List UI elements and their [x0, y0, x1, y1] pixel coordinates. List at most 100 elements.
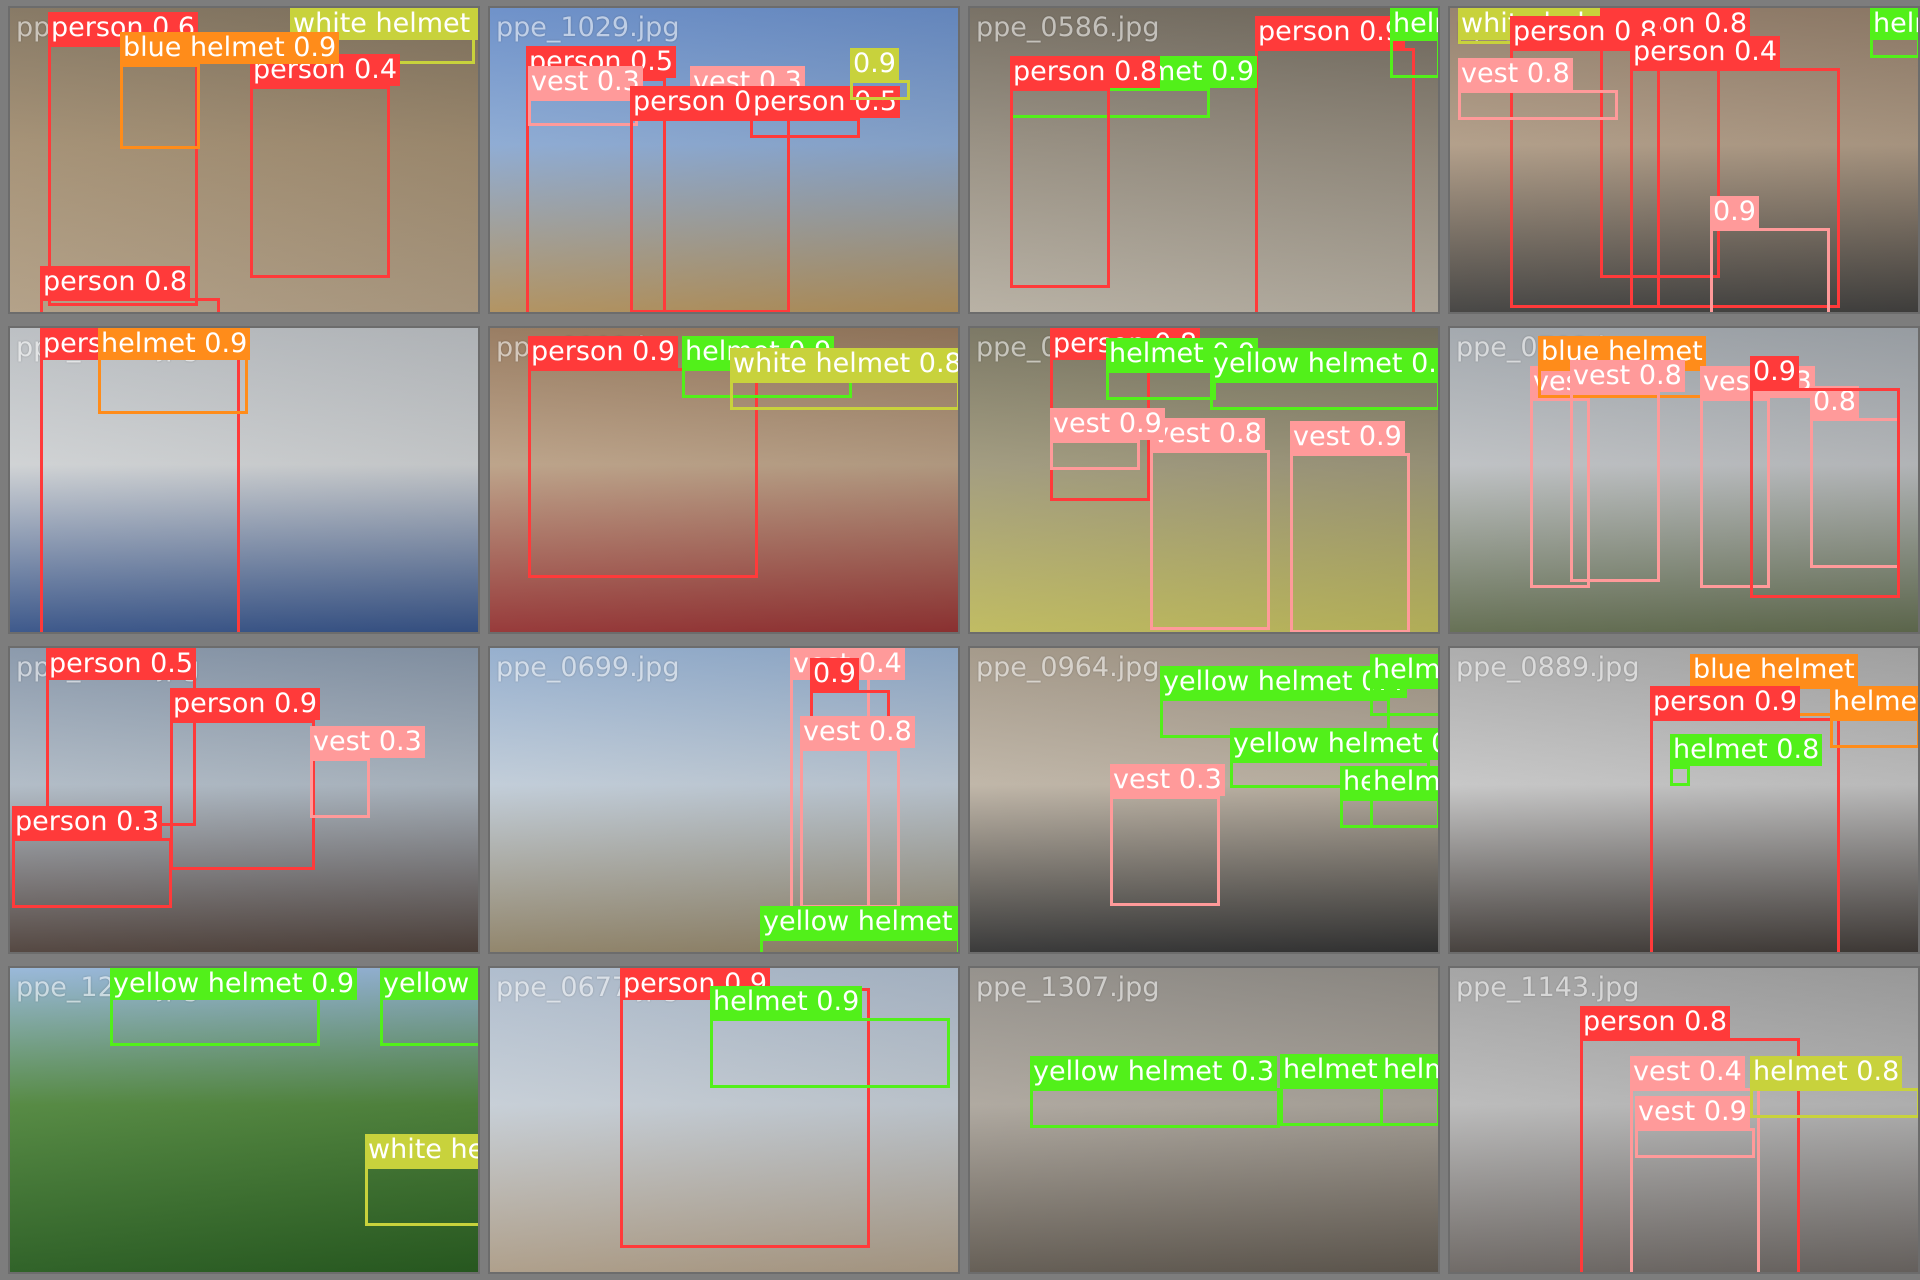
image-tile[interactable]: ppe_0638.jpgperson 0.6white helmet 0.9pe…	[8, 6, 480, 314]
detection-box	[1150, 450, 1270, 630]
image-tile[interactable]: ppe_0699.jpgvest 0.40.9vest 0.8yellow he…	[488, 646, 960, 954]
detection-box	[1750, 1088, 1918, 1118]
detection-label: helmet 0.9	[1380, 1054, 1438, 1086]
detection-box	[1255, 48, 1415, 312]
detection-label: helmet 1.0	[1830, 686, 1918, 718]
image-tile[interactable]: ppe_1029.jpg person 0.5 vest 0.3 vest 0.3 pe…	[488, 6, 960, 314]
detection-box	[110, 996, 320, 1046]
detection-box	[800, 748, 900, 908]
detection-label: yellow helmet 0.9	[110, 968, 358, 1000]
detection-box	[1290, 453, 1410, 632]
detection-box	[1050, 440, 1140, 470]
detection-box	[1106, 370, 1216, 400]
image-tile[interactable]: ppe_1143.jpg person 0.8 vest 0.4 helmet 0.8…	[1448, 966, 1920, 1274]
detection-label: vest 0.8	[1458, 58, 1573, 90]
detection-box	[630, 118, 790, 312]
image-tile[interactable]: ppe_0783.jpgvest 0.3blue helmetvest 0.8v…	[1448, 326, 1920, 634]
image-tile[interactable]: ppe_0504.jpgperson 0.8helmet 0.9vest 0.8…	[968, 326, 1440, 634]
detection-box	[1635, 1128, 1755, 1158]
detection-box	[250, 86, 390, 278]
detection-label: person 0.8	[1580, 1006, 1731, 1038]
detection-box	[1670, 766, 1690, 786]
image-tile[interactable]: ppe_0902.jpgperson 0.9helmet 0.9white he…	[488, 326, 960, 634]
detection-label: white helmet 0.3	[365, 1134, 478, 1166]
detection-box	[528, 98, 638, 126]
image-tile[interactable]: ppe_0314.jpgperson 0.5person 0.9vest 0.3…	[8, 646, 480, 954]
filename-label: ppe_1307.jpg	[976, 972, 1160, 1003]
detection-box	[1110, 796, 1220, 906]
detection-box	[710, 1018, 950, 1088]
detection-label: vest 0.3	[310, 726, 425, 758]
detection-label: helmet 0.6	[1370, 654, 1438, 686]
detection-label: person 0.9	[528, 336, 679, 368]
detection-label: vest 0.8	[1150, 418, 1265, 450]
detection-label: person 0.5	[46, 648, 197, 680]
detection-box	[170, 720, 315, 870]
detection-box	[528, 368, 758, 578]
detection-label: yellow helmet 0.9	[1210, 348, 1438, 380]
image-tile[interactable]: ppe_1264.jpgyellow helmet 0.9yellow helm…	[8, 966, 480, 1274]
detection-box	[1370, 686, 1438, 716]
image-tile[interactable]: ppe_0586.jpgperson 0.9yellow helmet 0.9h…	[968, 6, 1440, 314]
detection-box	[1380, 1086, 1438, 1126]
detection-label: 0.9	[810, 658, 859, 690]
filename-label: ppe_0699.jpg	[496, 652, 680, 683]
detection-box	[730, 380, 958, 410]
detection-box	[1830, 718, 1918, 748]
detection-label: white helmet 0.8	[730, 348, 958, 380]
detection-box	[760, 938, 958, 952]
detection-label: helmet 0.9	[1870, 8, 1918, 40]
filename-label: ppe_1029.jpg	[496, 12, 680, 43]
detection-label: helmet 0.8	[1670, 734, 1823, 766]
detection-box	[365, 1166, 478, 1226]
detection-label: person 0.4	[1630, 36, 1781, 68]
filename-label: ppe_1143.jpg	[1456, 972, 1640, 1003]
filename-label: ppe_0586.jpg	[976, 12, 1160, 43]
detection-label: helmet 0.8	[1750, 1056, 1903, 1088]
detection-box	[1010, 88, 1110, 288]
image-tile[interactable]: ppe_0939.jpgwhite helmet 0.3person 0.8pe…	[1448, 6, 1920, 314]
detection-label: vest 0.3	[1110, 764, 1225, 796]
detection-label: vest 0.8	[1570, 360, 1685, 392]
detection-label: person 0.8	[40, 266, 191, 298]
detection-box	[1750, 388, 1900, 598]
detection-mosaic: ppe_0638.jpgperson 0.6white helmet 0.9pe…	[0, 0, 1920, 1280]
detection-box	[1370, 798, 1438, 828]
detection-label: person 0.9	[1650, 686, 1801, 718]
filename-label: ppe_0889.jpg	[1456, 652, 1640, 683]
detection-label: helmet 0.9	[98, 328, 251, 360]
detection-label: yellow helmet 0.3	[1030, 1056, 1278, 1088]
detection-box	[1390, 38, 1438, 78]
detection-label: vest 0.8	[800, 716, 915, 748]
detection-label: person 0.9	[1255, 16, 1406, 48]
detection-label: person 0.8	[1010, 56, 1161, 88]
image-tile[interactable]: ppe_0677.jpg person 0.9 helmet 0.9	[488, 966, 960, 1274]
detection-box	[1458, 90, 1618, 120]
detection-label: 0.9	[850, 48, 899, 80]
detection-box	[40, 298, 220, 312]
detection-box	[1710, 228, 1830, 312]
detection-label: vest 0.3	[528, 66, 643, 98]
detection-label: yellow helmet 0.3	[1230, 728, 1438, 760]
detection-box	[1570, 392, 1660, 582]
filename-label: ppe_0964.jpg	[976, 652, 1160, 683]
image-tile[interactable]: ppe_0114.jpgperson 0.8helmet 0.9	[8, 326, 480, 634]
detection-box	[750, 118, 860, 138]
detection-label: blue helmet 0.9	[120, 32, 340, 64]
detection-box	[1030, 1088, 1280, 1128]
detection-box	[310, 758, 370, 818]
detection-label: helmet 0.9	[1370, 766, 1438, 798]
detection-label: vest 0.9	[1635, 1096, 1750, 1128]
detection-box	[120, 64, 200, 149]
detection-label: yellow helmet 0.7	[760, 906, 958, 938]
image-tile[interactable]: ppe_1307.jpg yellow helmet 0.3 helmet 0.4 h…	[968, 966, 1440, 1274]
detection-label: vest 0.9	[1290, 421, 1405, 453]
detection-box	[1210, 380, 1438, 410]
image-tile[interactable]: ppe_0889.jpg blue helmet person 0.9 helmet …	[1448, 646, 1920, 954]
detection-label: vest 0.4	[1630, 1056, 1745, 1088]
image-tile[interactable]: ppe_0964.jpgyellow helmet 0.4helmet 0.6y…	[968, 646, 1440, 954]
detection-label: 0.9	[1750, 356, 1799, 388]
detection-label: person 0.9	[170, 688, 321, 720]
detection-label: vest 0.9	[1050, 408, 1165, 440]
detection-label: 0.9	[1710, 196, 1759, 228]
